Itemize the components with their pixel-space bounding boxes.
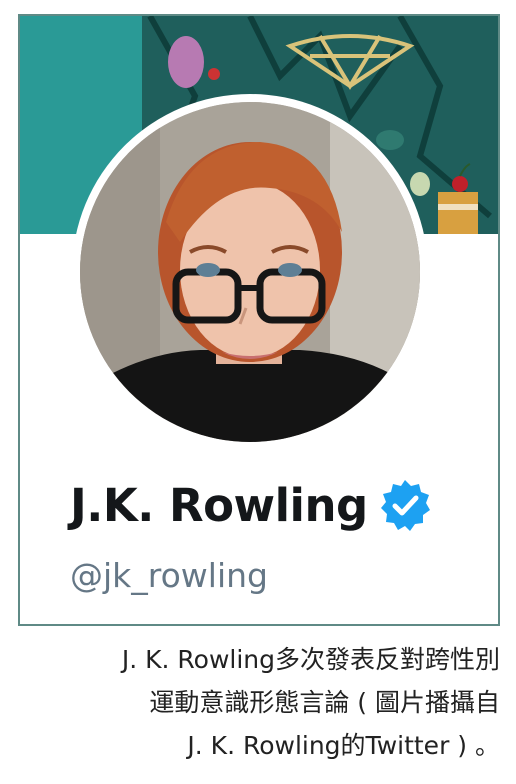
display-name: J.K. Rowling xyxy=(70,478,368,532)
avatar-frame xyxy=(72,94,428,450)
verified-badge-icon xyxy=(380,480,430,531)
avatar[interactable] xyxy=(80,102,420,442)
caption-line: J. K. Rowling多次發表反對跨性別 xyxy=(121,645,500,674)
photo-caption: J. K. Rowling多次發表反對跨性別 運動意識形態言論 ( 圖片播攝自 … xyxy=(0,638,500,767)
username-handle[interactable]: @jk_rowling xyxy=(70,556,268,595)
caption-line: 運動意識形態言論 ( 圖片播攝自 xyxy=(149,688,500,717)
caption-line: J. K. Rowling的Twitter ) 。 xyxy=(187,731,500,760)
name-row: J.K. Rowling xyxy=(70,478,432,532)
profile-card: J.K. Rowling @jk_rowling xyxy=(18,14,500,626)
